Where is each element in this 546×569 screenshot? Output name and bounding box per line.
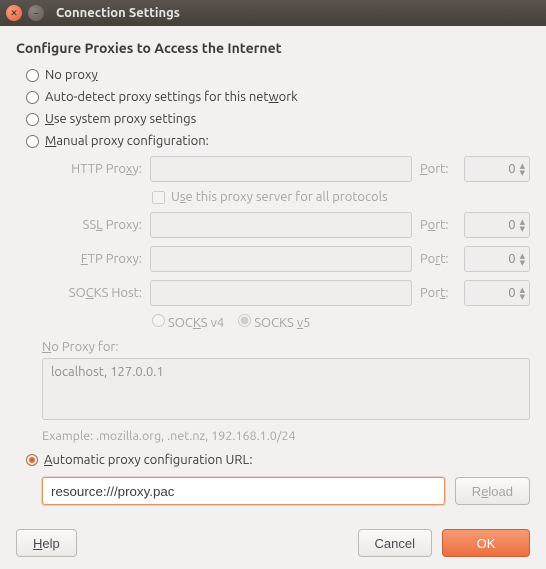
no-proxy-for-input: localhost, 127.0.0.1 <box>42 358 530 420</box>
radio-auto-detect-label: Auto-detect proxy settings for this netw… <box>45 90 298 104</box>
socks-version-row: SOCKS v4 SOCKS v5 <box>42 310 530 334</box>
http-proxy-label: HTTP Proxy: <box>42 162 142 176</box>
radio-system[interactable]: Use system proxy settings <box>16 108 530 130</box>
autoconf-url-row: Reload <box>16 471 530 505</box>
minimize-icon[interactable]: – <box>28 5 44 21</box>
ok-button[interactable]: OK <box>442 529 530 557</box>
dialog-content: Configure Proxies to Access the Internet… <box>0 26 546 515</box>
radio-manual[interactable]: Manual proxy configuration: <box>16 130 530 152</box>
http-port-label: Port: <box>420 162 456 176</box>
radio-system-input[interactable] <box>26 113 39 126</box>
use-all-checkbox <box>152 191 165 204</box>
radio-manual-input[interactable] <box>26 135 39 148</box>
socks-host-row: SOCKS Host: Port: 0▲▼ <box>42 276 530 310</box>
ssl-port-label: Port: <box>420 218 456 232</box>
ftp-proxy-label: FTP Proxy: <box>42 252 142 266</box>
manual-block: HTTP Proxy: Port: 0▲▼ Use this proxy ser… <box>42 152 530 449</box>
radio-no-proxy-input[interactable] <box>26 69 39 82</box>
radio-autoconf-label: Automatic proxy configuration URL: <box>44 453 253 467</box>
ssl-proxy-row: SSL Proxy: Port: 0▲▼ <box>42 208 530 242</box>
no-proxy-for-label: No Proxy for: <box>42 334 530 358</box>
ftp-port-label: Port: <box>420 252 456 266</box>
window-title: Connection Settings <box>56 6 180 20</box>
no-proxy-example: Example: .mozilla.org, .net.nz, 192.168.… <box>42 423 530 449</box>
radio-no-proxy-label: No proxy <box>45 68 98 82</box>
ssl-proxy-label: SSL Proxy: <box>42 218 142 232</box>
cancel-button[interactable]: Cancel <box>358 529 432 557</box>
radio-no-proxy[interactable]: No proxy <box>16 64 530 86</box>
socks-host-label: SOCKS Host: <box>42 286 142 300</box>
http-port-input: 0▲▼ <box>464 156 530 182</box>
socks-port-label: Port: <box>420 286 456 300</box>
socks-host-input <box>150 280 412 306</box>
socks-v4-radio: SOCKS v4 <box>152 314 224 330</box>
ftp-proxy-row: FTP Proxy: Port: 0▲▼ <box>42 242 530 276</box>
ssl-port-input: 0▲▼ <box>464 212 530 238</box>
radio-auto-detect[interactable]: Auto-detect proxy settings for this netw… <box>16 86 530 108</box>
ftp-proxy-input <box>150 246 412 272</box>
radio-system-label: Use system proxy settings <box>45 112 196 126</box>
page-heading: Configure Proxies to Access the Internet <box>16 40 530 56</box>
radio-auto-detect-input[interactable] <box>26 91 39 104</box>
radio-autoconf-input[interactable] <box>26 454 38 466</box>
socks-port-input: 0▲▼ <box>464 280 530 306</box>
ftp-port-input: 0▲▼ <box>464 246 530 272</box>
autoconf-url-input[interactable] <box>42 477 445 505</box>
ssl-proxy-input <box>150 212 412 238</box>
radio-manual-label: Manual proxy configuration: <box>45 134 209 148</box>
titlebar: ✕ – Connection Settings <box>0 0 546 26</box>
radio-autoconf[interactable]: Automatic proxy configuration URL: <box>16 449 530 471</box>
use-all-label: Use this proxy server for all protocols <box>171 190 388 204</box>
use-all-row: Use this proxy server for all protocols <box>42 186 530 208</box>
http-proxy-input <box>150 156 412 182</box>
close-icon[interactable]: ✕ <box>6 5 22 21</box>
reload-button[interactable]: Reload <box>455 477 530 505</box>
dialog-footer: Help Cancel OK <box>0 515 546 569</box>
socks-v5-radio: SOCKS v5 <box>238 314 310 330</box>
http-proxy-row: HTTP Proxy: Port: 0▲▼ <box>42 152 530 186</box>
help-button[interactable]: Help <box>16 529 77 557</box>
